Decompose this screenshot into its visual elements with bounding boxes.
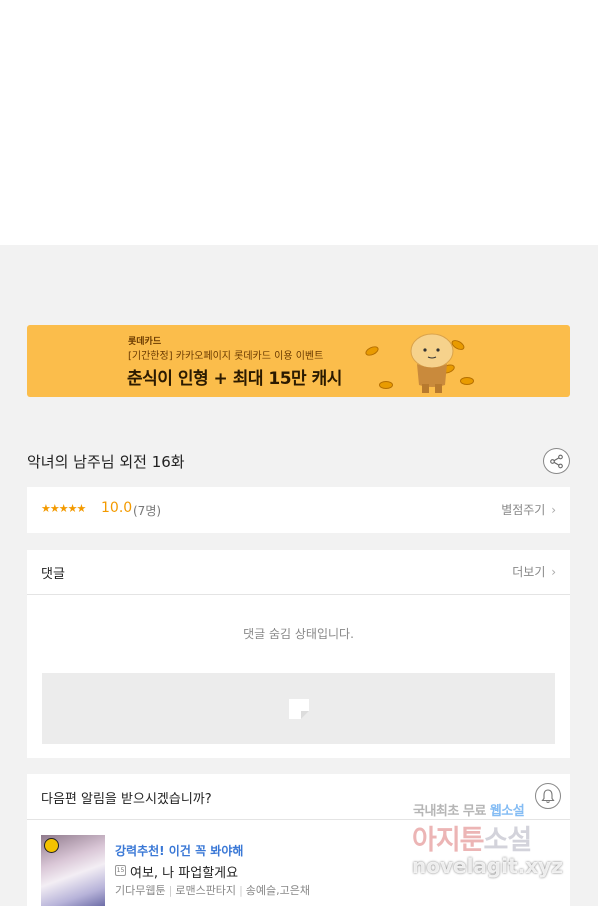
chevron-right-icon: ›: [551, 503, 556, 517]
comment-more-button[interactable]: 더보기 ›: [512, 563, 556, 580]
notify-bell-button[interactable]: [535, 783, 561, 809]
recommendation-type: 기다무웹툰: [115, 884, 166, 897]
rating-card: ★★★★★ 10.0 (7명) 별점주기 ›: [27, 487, 570, 533]
coin-icon: [363, 344, 381, 358]
recommendation-thumbnail[interactable]: [41, 835, 105, 906]
bell-icon: [541, 788, 555, 803]
share-icon: [550, 454, 563, 468]
image-placeholder-icon: [288, 698, 309, 719]
wait-free-clock-icon: [44, 838, 59, 853]
rating-count: (7명): [133, 504, 162, 518]
ad-placeholder[interactable]: [42, 673, 555, 744]
banner-headline: 춘식이 인형 + 최대 15만 캐시: [127, 369, 342, 389]
comment-more-label: 더보기: [512, 565, 546, 579]
banner-subtitle: [기간한정] 카카오페이지 롯데카드 이용 이벤트: [128, 351, 324, 362]
recommendation-meta: 기다무웹툰 | 로맨스판타지 | 송예슬,고은채: [115, 884, 310, 897]
age-rating-badge: 15: [115, 865, 126, 876]
chevron-right-icon: ›: [551, 565, 556, 579]
comment-header: 댓글 더보기 ›: [27, 550, 570, 595]
episode-title-row: 악녀의 남주님 외전 16화: [27, 448, 570, 474]
recommendation-authors: 송예슬,고은채: [245, 884, 310, 897]
rate-button[interactable]: 별점주기 ›: [501, 501, 556, 518]
recommendation-tag: 강력추천! 이건 꼭 봐야해: [115, 844, 244, 858]
notify-header: 다음편 알림을 받으시겠습니까?: [27, 774, 570, 820]
share-button[interactable]: [543, 448, 570, 474]
promo-banner[interactable]: 롯데카드 [기간한정] 카카오페이지 롯데카드 이용 이벤트 춘식이 인형 + …: [27, 325, 570, 397]
recommendation-title[interactable]: 여보, 나 파업할게요: [130, 862, 238, 881]
comment-hidden-message: 댓글 숨김 상태입니다.: [243, 627, 354, 641]
rating-score: 10.0: [101, 500, 133, 516]
rating-stars: ★★★★★: [41, 502, 86, 515]
banner-brand: 롯데카드: [128, 337, 162, 347]
coin-icon: [379, 381, 393, 389]
viewer-content-area: [0, 0, 598, 245]
mascot-choonsik-icon: [410, 333, 454, 393]
comment-card: 댓글 더보기 › 댓글 숨김 상태입니다.: [27, 550, 570, 758]
notify-question: 다음편 알림을 받으시겠습니까?: [41, 792, 212, 807]
comment-label: 댓글: [41, 567, 65, 582]
notify-card: 다음편 알림을 받으시겠습니까? 강력추천! 이건 꼭 봐야해 15 여보, 나…: [27, 774, 570, 906]
episode-title: 악녀의 남주님 외전 16화: [27, 453, 185, 471]
rate-button-label: 별점주기: [501, 503, 546, 517]
recommendation-genre: 로맨스판타지: [175, 884, 237, 897]
